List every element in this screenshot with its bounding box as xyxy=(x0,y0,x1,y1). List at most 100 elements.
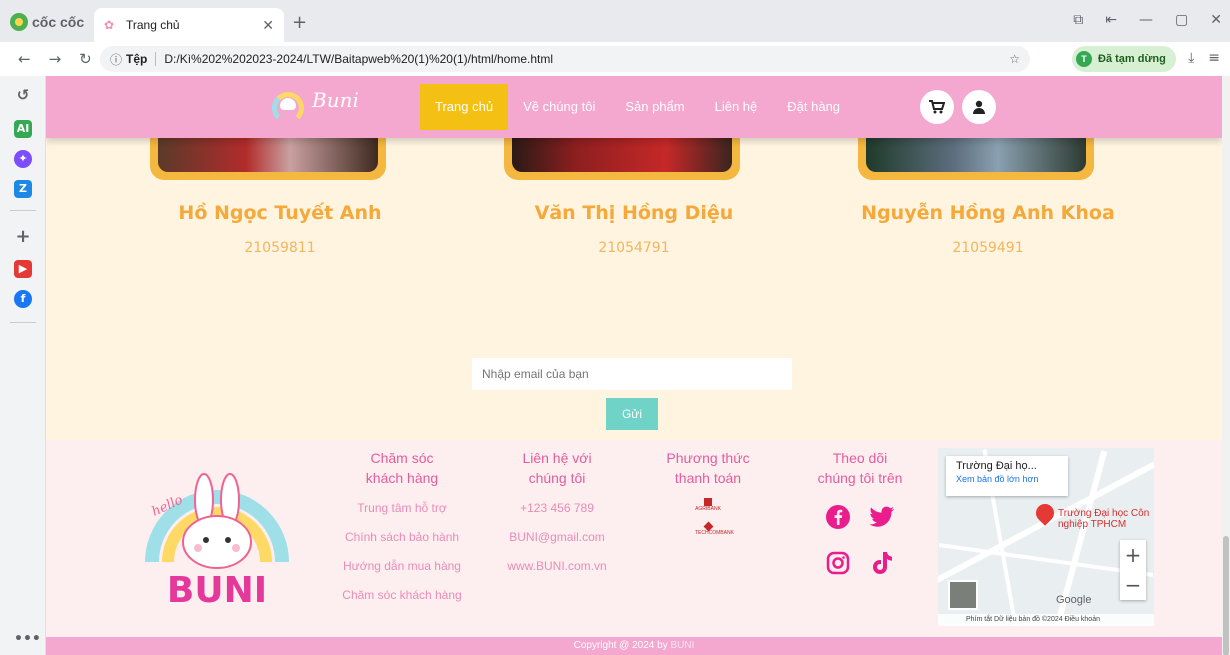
twitter-social-icon[interactable] xyxy=(867,502,897,532)
site-footer: hello BUNI Chăm sóc khách hàng Trung tâm… xyxy=(46,440,1222,637)
map-attribution: Phím tắt Dữ liệu bản đồ ©2024 Điều khoản xyxy=(938,614,1154,626)
page-viewport: Buni Trang chủ Về chúng tôi Sản phẩm Liê… xyxy=(46,76,1222,655)
buni-footer-logo: hello BUNI xyxy=(145,473,289,608)
zoom-out-icon[interactable]: − xyxy=(1120,570,1146,600)
footer-email[interactable]: BUNI@gmail.com xyxy=(490,529,624,546)
bunny-rainbow-icon xyxy=(270,86,306,124)
facebook-icon[interactable]: f xyxy=(14,290,32,308)
more-icon[interactable]: ••• xyxy=(14,630,41,648)
browser-tab-bar: cốc cốc ✿ Trang chủ ✕ + ⧉ ⇤ — ▢ ✕ xyxy=(0,0,1230,42)
coccoc-logo-icon xyxy=(10,13,28,31)
footer-phone[interactable]: +123 456 789 xyxy=(490,500,624,517)
footer-link[interactable]: Hướng dẫn mua hàng xyxy=(332,558,472,575)
browser-brand[interactable]: cốc cốc xyxy=(10,13,84,31)
footer-payment-title-2: thanh toán xyxy=(674,470,742,486)
sidebar-divider xyxy=(10,210,36,211)
embedded-map[interactable]: Trường Đại họ... Xem bản đồ lớn hơn Trườ… xyxy=(938,448,1154,626)
site-logo[interactable]: Buni xyxy=(270,86,359,124)
footer-link[interactable]: Chăm sóc khách hàng xyxy=(332,587,472,604)
browser-brand-label: cốc cốc xyxy=(32,14,85,30)
new-tab-icon[interactable]: + xyxy=(292,12,307,33)
techcombank-logo[interactable]: TECHCOMBANK xyxy=(695,521,734,537)
facebook-social-icon[interactable] xyxy=(823,502,853,532)
zalo-icon[interactable]: Z xyxy=(14,180,32,198)
scrollbar-thumb[interactable] xyxy=(1223,536,1229,655)
cart-icon xyxy=(929,100,945,114)
menu-item-home[interactable]: Trang chủ xyxy=(420,84,509,130)
instagram-social-icon[interactable] xyxy=(823,548,853,578)
window-controls: ⧉ ⇤ — ▢ ✕ xyxy=(1073,12,1222,28)
map-pin-label: Trường Đại học Côn nghiệp TPHCM xyxy=(1058,508,1150,530)
toolbar-right: ⤓ ≡ xyxy=(1188,50,1220,66)
forward-icon[interactable]: → xyxy=(49,50,62,68)
send-button[interactable]: Gửi xyxy=(606,398,658,430)
menu-item-contact[interactable]: Liên hệ xyxy=(700,84,773,130)
screen-capture-icon[interactable]: ⧉ xyxy=(1073,12,1083,28)
bookmark-star-icon[interactable]: ☆ xyxy=(1009,52,1020,66)
tab-title: Trang chủ xyxy=(126,18,180,32)
address-scheme: Tệp xyxy=(126,52,157,66)
footer-follow: Theo dõi chúng tôi trên xyxy=(796,448,924,578)
restore-icon[interactable]: ▢ xyxy=(1175,12,1188,28)
copyright-text: Copyright @ 2024 by xyxy=(573,640,671,651)
menu-item-products[interactable]: Sản phẩm xyxy=(610,84,699,130)
member-name: Nguyễn Hồng Anh Khoa xyxy=(861,202,1115,224)
menu-icon[interactable]: ≡ xyxy=(1208,50,1220,66)
info-icon[interactable]: ⓘ xyxy=(110,51,122,68)
menu-item-about[interactable]: Về chúng tôi xyxy=(508,84,610,130)
cart-button[interactable] xyxy=(920,90,954,124)
email-input[interactable] xyxy=(472,358,792,390)
messenger-icon[interactable]: ✦ xyxy=(14,150,32,168)
sidebar-toggle-icon[interactable]: ⇤ xyxy=(1105,12,1117,28)
footer-contact-title-2: chúng tôi xyxy=(528,470,586,486)
footer-contact-title-1: Liên hệ với xyxy=(522,450,592,466)
copyright-bar: Copyright @ 2024 by BUNI xyxy=(46,637,1222,655)
site-logo-text: Buni xyxy=(312,88,359,112)
tiktok-social-icon[interactable] xyxy=(867,548,897,578)
agribank-logo[interactable]: AGRIBANK xyxy=(695,498,721,513)
footer-website[interactable]: www.BUNI.com.vn xyxy=(490,558,624,575)
browser-tab-active[interactable]: ✿ Trang chủ ✕ xyxy=(94,8,284,42)
map-zoom-controls: + − xyxy=(1120,540,1146,600)
reload-icon[interactable]: ↻ xyxy=(79,50,92,68)
window-close-icon[interactable]: ✕ xyxy=(1210,12,1222,28)
footer-link[interactable]: Trung tâm hỗ trợ xyxy=(332,500,472,517)
member-name: Hồ Ngọc Tuyết Anh xyxy=(178,202,382,224)
youtube-icon[interactable]: ▶ xyxy=(14,260,32,278)
user-icon xyxy=(973,100,985,114)
menu-item-order[interactable]: Đặt hàng xyxy=(772,84,855,130)
footer-follow-title-2: chúng tôi trên xyxy=(817,470,903,486)
footer-contact: Liên hệ với chúng tôi +123 456 789 BUNI@… xyxy=(490,448,624,575)
download-icon[interactable]: ⤓ xyxy=(1188,50,1194,66)
logo-word-text: BUNI xyxy=(167,570,267,608)
profile-button[interactable]: T Đã tạm dừng xyxy=(1072,46,1176,72)
sidebar-divider xyxy=(10,322,36,323)
back-icon[interactable]: ← xyxy=(18,50,31,68)
member-id: 21054791 xyxy=(598,240,670,256)
google-logo: Google xyxy=(1056,594,1092,606)
page-scrollbar[interactable] xyxy=(1222,76,1230,655)
address-url[interactable]: D:/Kì%202%202023-2024/LTW/Baitapweb%20(1… xyxy=(164,52,553,66)
minimize-icon[interactable]: — xyxy=(1139,12,1153,28)
footer-payment: Phương thức thanh toán AGRIBANK TECHCOMB… xyxy=(642,448,774,537)
subscribe-form: Gửi xyxy=(472,358,792,430)
footer-care-title-2: khách hàng xyxy=(365,470,439,486)
member-id: 21059491 xyxy=(952,240,1024,256)
footer-link[interactable]: Chính sách bảo hành xyxy=(332,529,472,546)
tab-close-icon[interactable]: ✕ xyxy=(262,17,274,34)
footer-care-title-1: Chăm sóc xyxy=(370,450,434,466)
map-larger-link[interactable]: Xem bản đồ lớn hơn xyxy=(956,474,1058,484)
map-satellite-toggle[interactable] xyxy=(948,580,978,610)
browser-toolbar: ← → ↻ ⓘ Tệp D:/Kì%202%202023-2024/LTW/Ba… xyxy=(0,42,1230,76)
zoom-in-icon[interactable]: + xyxy=(1120,540,1146,570)
footer-customer-care: Chăm sóc khách hàng Trung tâm hỗ trợ Chí… xyxy=(332,448,472,604)
address-bar[interactable]: ⓘ Tệp D:/Kì%202%202023-2024/LTW/Baitapwe… xyxy=(100,46,1030,72)
browser-sidebar: ↺ AI ✦ Z + ▶ f ••• xyxy=(0,76,46,655)
add-icon[interactable]: + xyxy=(14,228,32,246)
member-id: 21059811 xyxy=(244,240,316,256)
map-pin-icon[interactable] xyxy=(1032,500,1058,526)
account-button[interactable] xyxy=(962,90,996,124)
member-name: Văn Thị Hồng Diệu xyxy=(534,202,734,224)
ai-assistant-icon[interactable]: AI xyxy=(14,120,32,138)
history-icon[interactable]: ↺ xyxy=(14,86,32,104)
